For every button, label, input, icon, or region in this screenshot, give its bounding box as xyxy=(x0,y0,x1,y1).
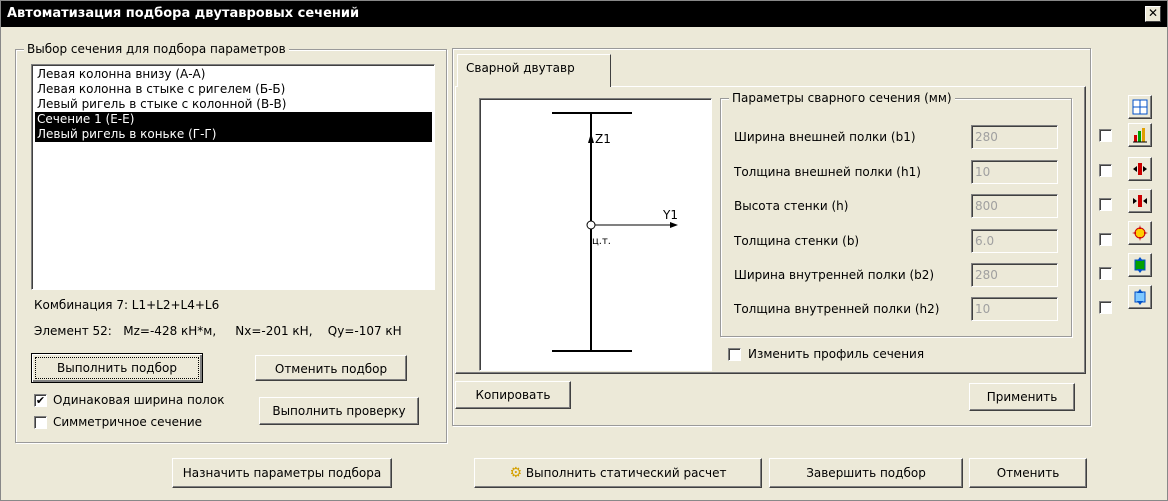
arrows-out-icon[interactable] xyxy=(1128,157,1152,181)
symmetric-checkbox[interactable] xyxy=(34,416,47,429)
param-label: Ширина внутренней полки (b2) xyxy=(734,268,935,282)
run-static-button[interactable]: ⚙ Выполнить статический расчет xyxy=(474,458,762,488)
h2-field[interactable]: 10 xyxy=(971,297,1058,321)
stress-down-icon[interactable] xyxy=(1128,285,1152,309)
copy-button[interactable]: Копировать xyxy=(455,381,571,409)
row-checkbox[interactable] xyxy=(1099,267,1112,280)
param-label: Толщина стенки (b) xyxy=(734,234,860,248)
title-bar: Автоматизация подбора двутавровых сечени… xyxy=(1,1,1167,27)
run-static-label: Выполнить статический расчет xyxy=(525,466,727,480)
h1-field[interactable]: 10 xyxy=(971,160,1058,184)
combination-text: Комбинация 7: L1+L2+L4+L6 xyxy=(34,298,220,312)
list-item[interactable]: Левый ригель в коньке (Г-Г) xyxy=(35,127,432,142)
z-axis-arrow xyxy=(588,133,594,143)
param-label: Толщина внутренней полки (h2) xyxy=(734,302,940,316)
row-checkbox[interactable] xyxy=(1099,198,1112,211)
same-width-checkbox[interactable]: ✔ xyxy=(34,394,47,407)
assign-params-button[interactable]: Назначить параметры подбора xyxy=(172,458,392,488)
cancel-button[interactable]: Отменить xyxy=(969,458,1087,488)
cancel-selection-button[interactable]: Отменить подбор xyxy=(255,355,407,381)
run-check-button[interactable]: Выполнить проверку xyxy=(259,397,419,425)
b2-field[interactable]: 280 xyxy=(971,263,1058,287)
row-checkbox[interactable] xyxy=(1099,164,1112,177)
star-burst-icon[interactable] xyxy=(1128,221,1152,245)
close-button[interactable]: ✕ xyxy=(1145,6,1161,22)
y-axis-label: Y1 xyxy=(662,208,678,222)
list-item[interactable]: Левая колонна внизу (А-А) xyxy=(35,67,431,82)
list-item[interactable]: Сечение 1 (Е-Е) xyxy=(35,112,432,127)
bar-chart-icon[interactable] xyxy=(1128,123,1152,147)
param-label: Ширина внешней полки (b1) xyxy=(734,130,916,144)
params-group-legend: Параметры сварного сечения (мм) xyxy=(729,91,955,105)
b1-field[interactable]: 280 xyxy=(971,125,1058,149)
param-label: Высота стенки (h) xyxy=(734,199,849,213)
section-diagram: Z1 Y1 ц.т. xyxy=(479,98,712,371)
gears-icon: ⚙ xyxy=(509,465,523,481)
apply-button[interactable]: Применить xyxy=(969,383,1075,411)
list-item[interactable]: Левый ригель в стыке с колонной (В-В) xyxy=(35,97,431,112)
section-listbox[interactable]: Левая колонна внизу (А-А) Левая колонна … xyxy=(31,64,435,290)
run-selection-button[interactable]: Выполнить подбор xyxy=(31,353,203,383)
change-profile-checkbox[interactable] xyxy=(728,348,741,361)
element-forces-text: Элемент 52: Mz=-428 кН*м, Nx=-201 кН, Qy… xyxy=(34,324,402,338)
list-item[interactable]: Левая колонна в стыке с ригелем (Б-Б) xyxy=(35,82,431,97)
z-axis-label: Z1 xyxy=(595,132,611,146)
ibeam-drawing: Z1 Y1 ц.т. xyxy=(552,112,678,352)
stress-up-icon[interactable] xyxy=(1128,253,1152,277)
dialog-window: Автоматизация подбора двутавровых сечени… xyxy=(0,0,1168,501)
symmetric-label: Симметричное сечение xyxy=(53,415,203,429)
row-checkbox[interactable] xyxy=(1099,301,1112,314)
grid-icon[interactable] xyxy=(1128,95,1152,119)
param-label: Толщина внешней полки (h1) xyxy=(734,165,921,179)
row-checkbox[interactable] xyxy=(1099,233,1112,246)
h-field[interactable]: 800 xyxy=(971,194,1058,218)
centroid-marker xyxy=(586,220,596,230)
selection-group-legend: Выбор сечения для подбора параметров xyxy=(24,42,289,56)
window-title: Автоматизация подбора двутавровых сечени… xyxy=(7,6,360,21)
same-width-label: Одинаковая ширина полок xyxy=(53,393,225,407)
finish-selection-button[interactable]: Завершить подбор xyxy=(769,458,963,488)
row-checkbox[interactable] xyxy=(1099,129,1112,142)
centroid-label: ц.т. xyxy=(592,236,611,247)
y-axis-arrow xyxy=(670,222,678,228)
b-field[interactable]: 6.0 xyxy=(971,229,1058,253)
arrows-in-icon[interactable] xyxy=(1128,189,1152,213)
tab-welded-ibeam[interactable]: Сварной двутавр xyxy=(457,54,611,87)
change-profile-label: Изменить профиль сечения xyxy=(748,347,925,361)
